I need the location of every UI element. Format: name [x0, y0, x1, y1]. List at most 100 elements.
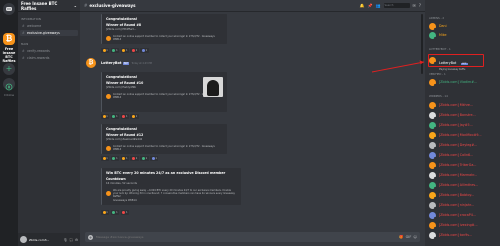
member-item-winner[interactable]: [Zblds.com] Marmakr...	[429, 171, 477, 179]
member-item-winner[interactable]: [Zblds.com] Mkhre...	[429, 101, 473, 109]
gif-icon[interactable]: GIF	[406, 235, 412, 239]
reaction[interactable]: 1	[110, 48, 120, 53]
emoji-icon	[122, 157, 126, 160]
embed-footer-text: Contact an online support member to coll…	[113, 145, 215, 151]
member-name: [Zblds.com] Colin6...	[439, 153, 474, 157]
reaction[interactable]: 1	[140, 48, 149, 53]
bell-icon[interactable]: 🔔	[360, 3, 365, 8]
inbox-icon[interactable]: ✉	[413, 3, 416, 8]
headphones-icon[interactable]: 🎧	[69, 238, 73, 242]
reaction[interactable]: 1	[110, 156, 120, 161]
member-item-winner[interactable]: [Zblds.com] ninjahr...	[429, 201, 474, 209]
reaction[interactable]: 1	[110, 114, 120, 119]
channel-label: welcome	[27, 24, 42, 28]
member-item-winner[interactable]: [Zblds.com] Bobtoy...	[429, 191, 474, 199]
online-status-icon	[434, 186, 437, 189]
members-icon[interactable]: 👥	[376, 3, 381, 8]
gear-icon[interactable]: ⚙	[75, 238, 78, 242]
embed-footer-text: Contact an online support member to coll…	[113, 35, 215, 41]
reaction[interactable]: 1	[120, 114, 129, 119]
member-item-winner[interactable]: [Zblds.com] TrikerGa...	[429, 161, 476, 169]
emoji-icon	[122, 115, 126, 118]
reactions: 1 1 1 1 1 1	[101, 156, 159, 161]
gift-icon[interactable]: 🎁	[399, 235, 403, 239]
avatar[interactable]: ₿	[86, 58, 96, 68]
channel-welcome[interactable]: # welcome	[20, 23, 78, 29]
reaction[interactable]: 1	[101, 210, 110, 215]
member-item-winner[interactable]: [Zblds.com] crocaP4...	[429, 211, 476, 219]
reaction[interactable]: 1	[150, 156, 159, 161]
category-information[interactable]: INFORMATION	[18, 12, 80, 22]
home-button[interactable]	[3, 3, 15, 15]
embed-footer: We are proudly giving away ~0.004 BTC ev…	[106, 189, 237, 198]
emoji-picker-icon[interactable]: ☺	[413, 235, 417, 239]
avatar[interactable]	[20, 236, 27, 243]
server-icon[interactable]: ₿	[3, 33, 15, 45]
reaction[interactable]: 1	[101, 48, 110, 53]
help-icon[interactable]: ?	[419, 3, 421, 8]
search-input[interactable]: Search	[383, 3, 410, 8]
channel-exclusive-giveaways[interactable]: # exclusive-giveaways	[20, 30, 78, 36]
member-item[interactable]: Mike	[429, 31, 447, 39]
message-input[interactable]	[96, 235, 400, 239]
reaction[interactable]: 1	[120, 48, 129, 53]
upload-plus-icon[interactable]: +	[88, 234, 93, 240]
member-item-winner[interactable]: [Zblds.com] Deyleg#...	[429, 141, 477, 149]
member-item-winner[interactable]: [Zblds.com] Allimthes...	[429, 181, 478, 189]
avatar	[429, 151, 437, 159]
online-status-icon	[434, 156, 437, 159]
emoji-icon	[131, 115, 135, 118]
member-item[interactable]: [Zblds.com] Vladim#...	[429, 78, 477, 86]
avatar	[429, 211, 437, 219]
online-status-icon	[434, 136, 437, 139]
member-item-winner[interactable]: [Zblds.com] ivexing#...	[429, 221, 478, 229]
avatar	[429, 221, 437, 229]
add-server-button[interactable]: +	[3, 63, 15, 75]
online-status-icon	[434, 206, 437, 209]
member-item-winner[interactable]: [Zblds.com] Bonstre...	[429, 111, 476, 119]
member-item-winner[interactable]: [Zblds.com] Colin6...	[429, 151, 473, 159]
member-name: [Zblds.com] Deyleg#...	[439, 143, 478, 147]
embed-thumbnail[interactable]	[203, 77, 223, 97]
online-status-icon	[434, 126, 437, 129]
member-item-winner[interactable]: [Zblds.com] Modifico#9...	[429, 131, 482, 139]
member-category-verified: VERIFIED - 1	[429, 72, 446, 76]
online-status-icon	[434, 83, 437, 86]
online-status-icon	[434, 36, 437, 39]
scrollbar[interactable]	[421, 14, 423, 74]
reaction[interactable]: 1	[130, 156, 139, 161]
reaction[interactable]: 1	[101, 156, 110, 161]
username: Zblds.com3...	[29, 237, 50, 242]
online-status-icon	[434, 116, 437, 119]
avatar	[429, 31, 437, 39]
reaction[interactable]: 1	[101, 114, 110, 119]
reaction[interactable]: 1	[140, 156, 149, 161]
message-composer: + 🎁 GIF ☺	[85, 232, 420, 242]
explore-servers-button[interactable]	[3, 78, 15, 91]
avatar	[429, 161, 437, 169]
embed-description: 16 minutes, 52 seconds	[106, 182, 137, 185]
category-main[interactable]: MAIN	[18, 37, 80, 47]
member-name: [Zblds.com] ninjahr...	[439, 203, 475, 207]
reaction[interactable]: 1	[120, 210, 129, 215]
guild-header[interactable]: Free Insane BTC Raffles ⌄	[18, 0, 80, 12]
reaction[interactable]: 1	[130, 48, 139, 53]
online-count: 0 Online	[4, 94, 14, 97]
channel-verify-rewards[interactable]: # verify-rewards	[20, 48, 78, 54]
embed-footer: Contact an online support member to coll…	[106, 35, 223, 41]
member-name: [Zblds.com] Jay#5...	[439, 123, 473, 127]
reaction[interactable]: 1	[120, 156, 129, 161]
member-item-winner[interactable]: [Zblds.com] ton9s...	[429, 231, 472, 239]
bitcoin-icon	[106, 191, 111, 196]
member-item-winner[interactable]: [Zblds.com] Jay#5...	[429, 121, 473, 129]
chevron-down-icon: ⌄	[73, 3, 77, 8]
microphone-icon[interactable]: 🎙	[63, 238, 67, 242]
member-name: Dani	[439, 24, 447, 28]
channel-claim-rewards[interactable]: # claim-rewards	[20, 55, 78, 61]
server-rail: ₿ Free Insane BTC Raffles + 0 Online	[0, 0, 18, 246]
reaction[interactable]: 1	[130, 114, 139, 119]
pin-icon[interactable]: 📌	[368, 3, 373, 8]
member-item[interactable]: Dani	[429, 22, 447, 30]
reaction[interactable]: 1	[110, 210, 120, 215]
message-author[interactable]: LotteryBot	[101, 61, 121, 65]
